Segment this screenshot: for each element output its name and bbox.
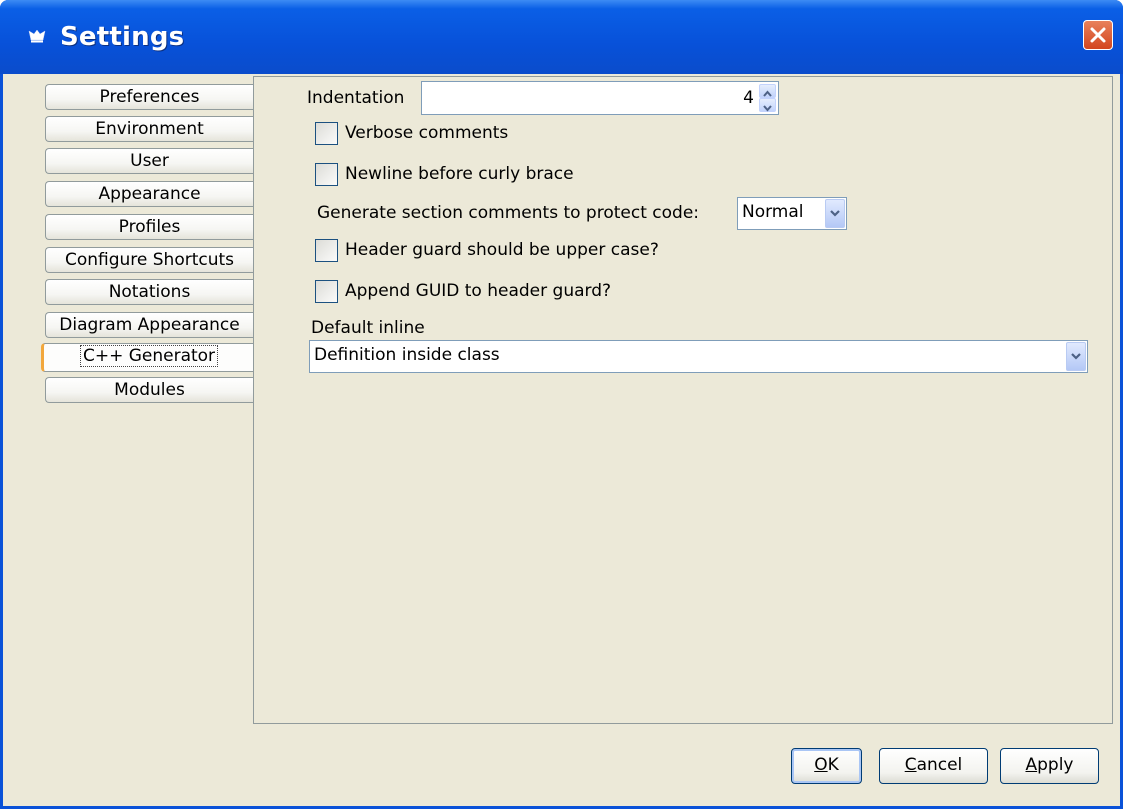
verbose-comments-checkbox[interactable] bbox=[315, 122, 338, 145]
ok-label-rest: K bbox=[827, 755, 839, 775]
chevron-down-icon bbox=[1071, 353, 1081, 360]
tab-cpp-generator[interactable]: C++ Generator bbox=[41, 343, 254, 372]
dropdown-button[interactable] bbox=[825, 199, 845, 228]
tab-appearance[interactable]: Appearance bbox=[45, 181, 253, 207]
chevron-down-icon bbox=[763, 105, 772, 112]
indentation-value: 4 bbox=[743, 88, 754, 108]
dialog-body: Preferences Environment User Appearance … bbox=[3, 74, 1120, 806]
ok-mnemonic: O bbox=[814, 755, 828, 775]
tab-label: Appearance bbox=[98, 184, 201, 204]
tab-profiles[interactable]: Profiles bbox=[45, 214, 253, 240]
cpp-generator-panel: Indentation 4 Verbose comments Newline b… bbox=[253, 76, 1113, 724]
indentation-spinner[interactable]: 4 bbox=[421, 81, 779, 115]
tab-notations[interactable]: Notations bbox=[45, 279, 253, 305]
close-icon bbox=[1090, 27, 1106, 43]
tab-label: Profiles bbox=[118, 217, 181, 237]
ok-button[interactable]: OK bbox=[791, 748, 862, 784]
append-guid-label: Append GUID to header guard? bbox=[345, 281, 612, 301]
chevron-down-icon bbox=[830, 210, 840, 217]
title-bar[interactable]: Settings bbox=[0, 0, 1123, 74]
tab-user[interactable]: User bbox=[45, 148, 253, 174]
spinner-buttons bbox=[759, 84, 776, 112]
tab-diagram-appearance[interactable]: Diagram Appearance bbox=[45, 312, 253, 338]
tab-label: Modules bbox=[114, 380, 185, 400]
default-inline-select[interactable]: Definition inside class bbox=[309, 340, 1088, 373]
cancel-button[interactable]: Cancel bbox=[879, 748, 988, 784]
apply-label-rest: pply bbox=[1037, 755, 1074, 775]
default-inline-value: Definition inside class bbox=[314, 345, 500, 365]
append-guid-checkbox[interactable] bbox=[315, 280, 338, 303]
tab-label: User bbox=[130, 151, 169, 171]
spin-down-button[interactable] bbox=[759, 98, 776, 112]
tab-modules[interactable]: Modules bbox=[45, 377, 253, 403]
tab-label: Configure Shortcuts bbox=[64, 250, 235, 270]
settings-window: Settings Preferences Environment User Ap… bbox=[0, 0, 1123, 809]
section-comments-label: Generate section comments to protect cod… bbox=[317, 203, 700, 223]
window-title: Settings bbox=[60, 22, 185, 52]
app-logo-icon bbox=[28, 29, 46, 43]
tab-environment[interactable]: Environment bbox=[45, 116, 253, 142]
tab-configure-shortcuts[interactable]: Configure Shortcuts bbox=[45, 247, 253, 273]
tab-label: Environment bbox=[95, 119, 204, 139]
cancel-label-rest: ancel bbox=[916, 755, 963, 775]
dropdown-button[interactable] bbox=[1066, 342, 1086, 371]
apply-button[interactable]: Apply bbox=[1000, 748, 1099, 784]
header-guard-upper-label: Header guard should be upper case? bbox=[345, 240, 659, 260]
indentation-label: Indentation bbox=[307, 88, 405, 108]
newline-brace-checkbox[interactable] bbox=[315, 163, 338, 186]
apply-mnemonic: A bbox=[1025, 755, 1038, 775]
tab-label: Notations bbox=[108, 282, 191, 302]
tab-label: Diagram Appearance bbox=[59, 315, 240, 335]
header-guard-upper-checkbox[interactable] bbox=[315, 239, 338, 262]
cancel-mnemonic: C bbox=[904, 755, 917, 775]
section-comments-value: Normal bbox=[742, 202, 804, 222]
tab-label: C++ Generator bbox=[79, 345, 219, 367]
section-comments-select[interactable]: Normal bbox=[737, 197, 847, 230]
default-inline-label: Default inline bbox=[311, 318, 425, 338]
close-button[interactable] bbox=[1083, 20, 1113, 50]
tab-preferences[interactable]: Preferences bbox=[45, 84, 253, 110]
tab-label: Preferences bbox=[99, 87, 200, 107]
newline-brace-label: Newline before curly brace bbox=[345, 164, 574, 184]
verbose-comments-label: Verbose comments bbox=[345, 123, 509, 143]
spin-up-button[interactable] bbox=[759, 84, 776, 98]
